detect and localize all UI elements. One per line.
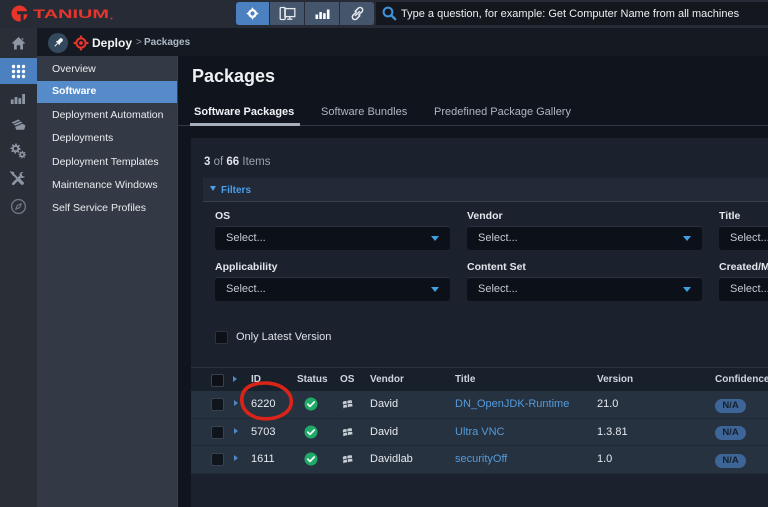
svg-text:TANIUM: TANIUM	[33, 7, 109, 21]
